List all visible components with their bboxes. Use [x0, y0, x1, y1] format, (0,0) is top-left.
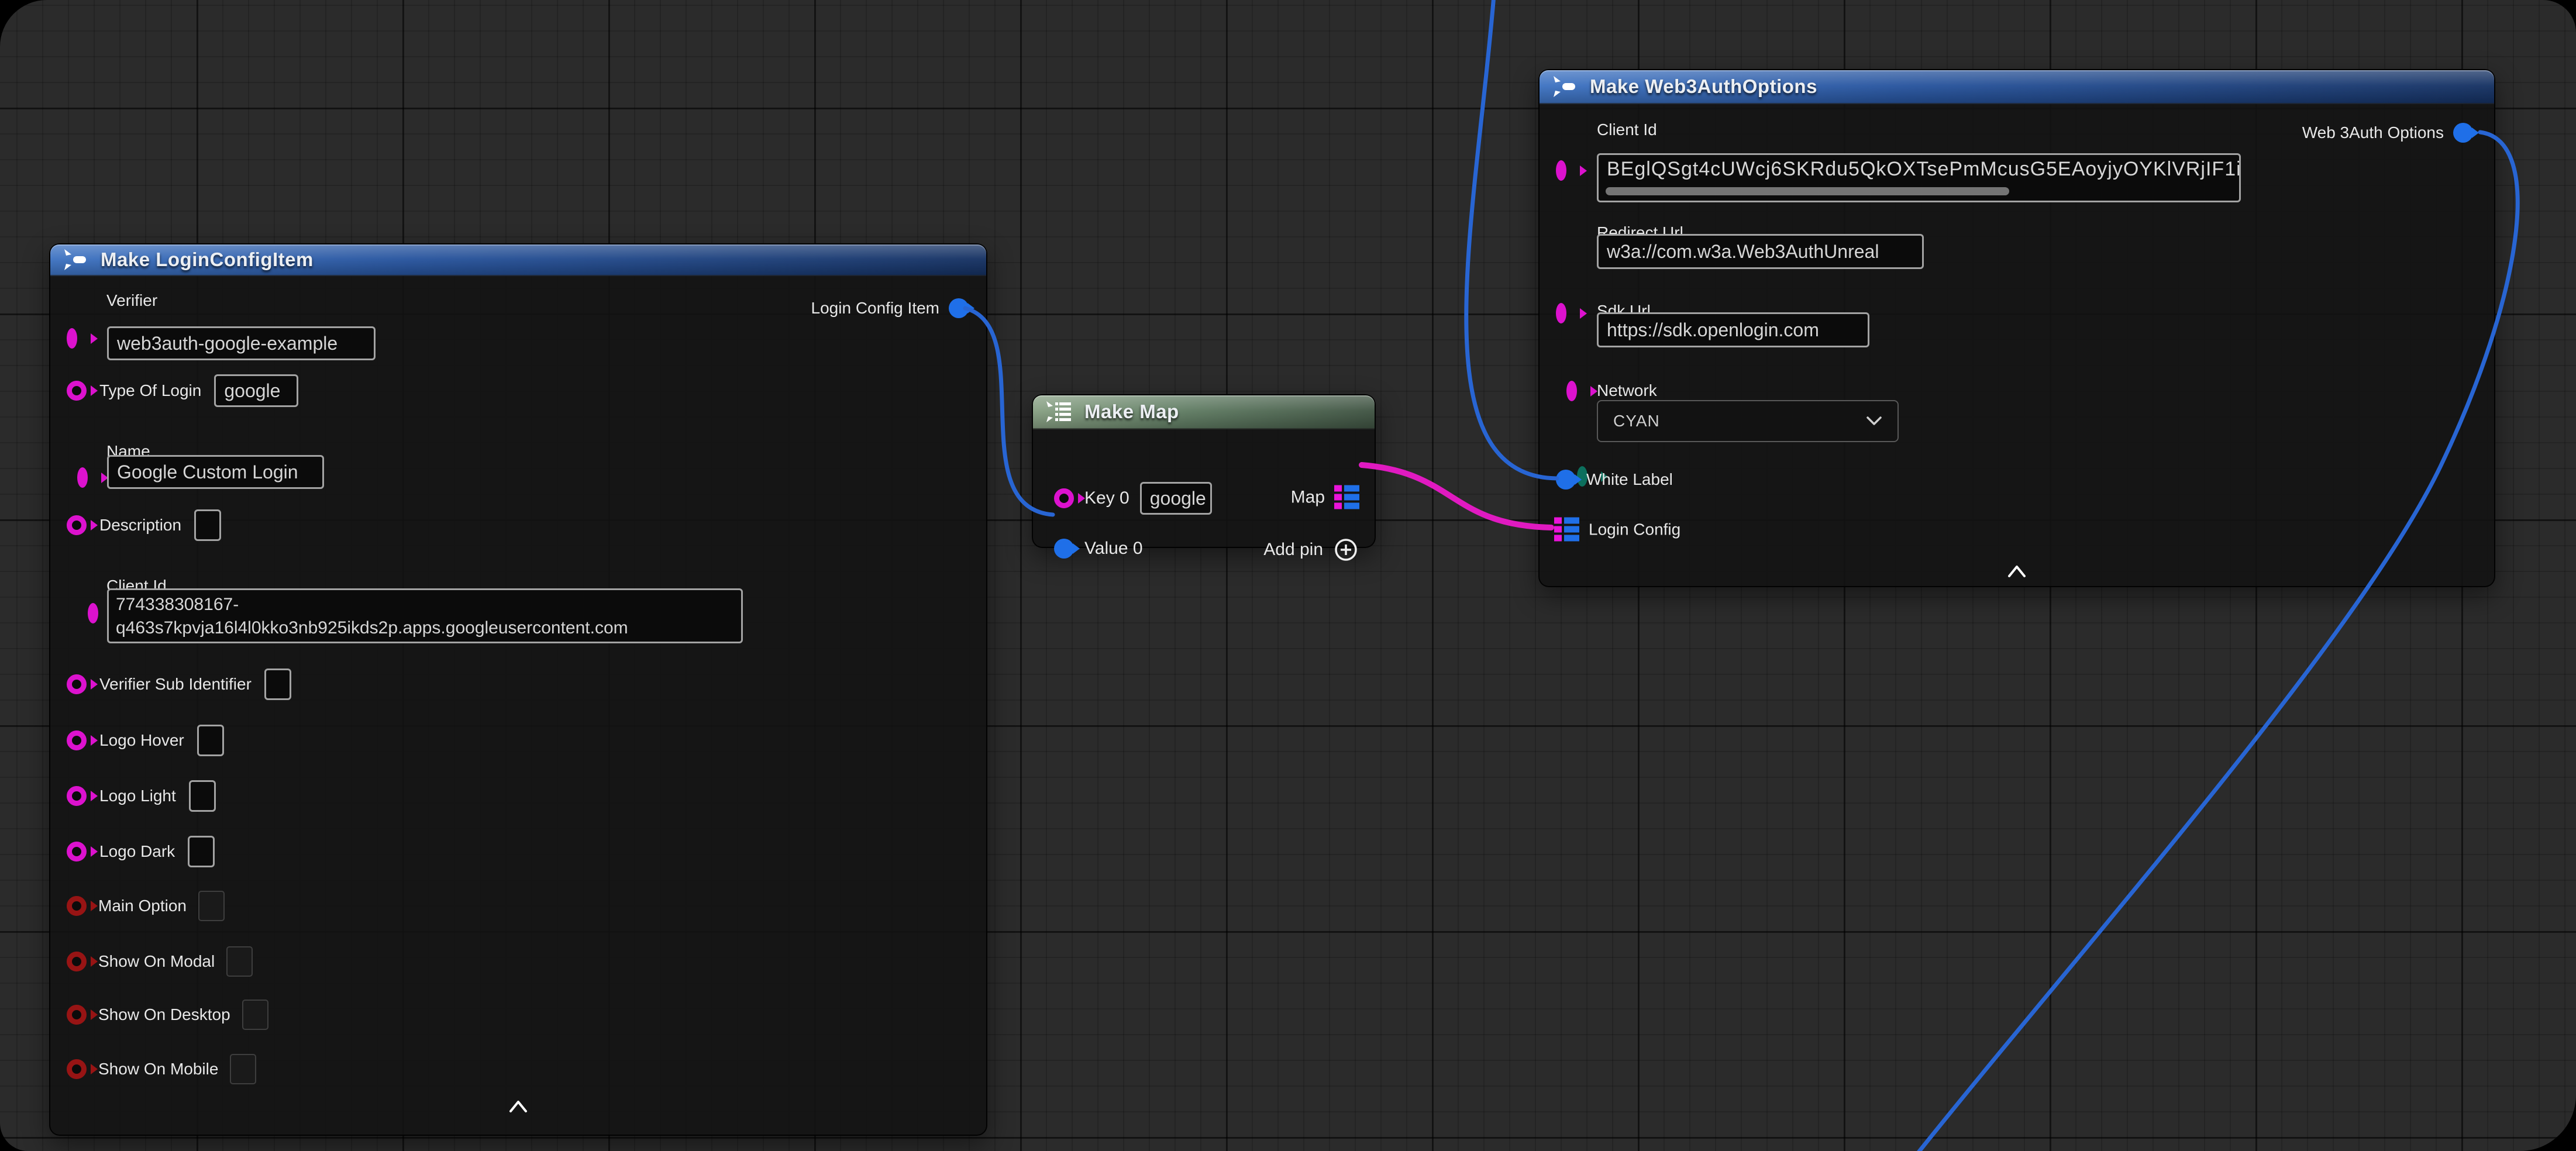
chevron-up-icon[interactable] [2007, 564, 2027, 578]
input-pin-sdk-url[interactable] [1566, 381, 1577, 401]
pin-label: Logo Hover [99, 731, 184, 750]
input-pin-redirect-url[interactable] [1556, 303, 1566, 323]
pin-label: White Label [1586, 470, 1673, 489]
network-selected-value: CYAN [1613, 412, 1660, 430]
pin-label-client-id: Client Id [1597, 120, 1657, 139]
input-pin-logo-hover[interactable] [67, 730, 87, 750]
pin-row-logo-hover: Logo Hover [67, 725, 224, 756]
pin-row-value0: Value 0 [1054, 539, 1143, 559]
input-pin-white-label[interactable] [1556, 470, 1576, 490]
pin-row-logo-dark: Logo Dark [67, 836, 215, 867]
key0-input[interactable]: google [1140, 482, 1212, 515]
type-of-login-input[interactable]: google [214, 374, 298, 407]
pin-label: Key 0 [1084, 488, 1129, 508]
input-pin-logo-light[interactable] [67, 786, 87, 806]
input-pin-login-config[interactable] [1554, 518, 1579, 542]
pin-label: Description [99, 516, 181, 535]
chevron-up-icon[interactable] [508, 1100, 528, 1114]
pin-label: Web 3Auth Options [2302, 123, 2444, 142]
pin-row-show-on-mobile: Show On Mobile [67, 1054, 256, 1084]
add-pin-plus-icon[interactable] [1332, 536, 1359, 563]
network-dropdown[interactable]: CYAN [1597, 400, 1899, 442]
input-pin-description[interactable] [67, 515, 87, 535]
client-id-input[interactable]: 774338308167-q463s7kpvja16l4l0kko3nb925i… [107, 588, 743, 643]
pin-label-verifier: Verifier [106, 291, 157, 310]
description-input[interactable] [194, 509, 221, 541]
pin-row-type-of-login: Type Of Login google [67, 374, 298, 407]
input-pin-client-id[interactable] [1556, 160, 1566, 181]
input-pin-key0[interactable] [1054, 488, 1074, 508]
pin-row-login-config-item-out: Login Config Item [811, 298, 969, 318]
pin-label: Verifier Sub Identifier [99, 675, 252, 694]
main-option-checkbox[interactable] [198, 891, 225, 921]
pin-row-logo-light: Logo Light [67, 780, 216, 812]
pin-row-map-out: Map [1291, 485, 1359, 509]
pin-label: Value 0 [1084, 539, 1143, 559]
add-pin-label: Add pin [1263, 540, 1323, 560]
blueprint-editor: Make LoginConfigItem Login Config Item V… [0, 0, 2576, 1151]
pin-label: Show On Modal [98, 952, 215, 971]
logo-hover-input[interactable] [197, 725, 224, 756]
node-make-loginconfigitem[interactable]: Make LoginConfigItem Login Config Item V… [49, 243, 987, 1136]
pin-label: Main Option [98, 897, 187, 915]
input-pin-logo-dark[interactable] [67, 842, 87, 861]
node-body: Login Config Item Verifier web3auth-goog… [50, 244, 986, 1135]
input-pin-show-on-modal[interactable] [67, 952, 87, 971]
output-pin-web3auth-options[interactable] [2453, 123, 2473, 143]
pin-row-web3auth-options-out: Web 3Auth Options [2302, 123, 2473, 143]
pin-label: Logo Dark [99, 842, 175, 861]
pin-row-show-on-modal: Show On Modal [67, 946, 253, 977]
pin-label: Map [1291, 487, 1325, 507]
input-pin-verifier-sub-identifier[interactable] [67, 674, 87, 694]
node-body: Web 3Auth Options Client Id BEglQSgt4cUW… [1540, 70, 2494, 586]
logo-light-input[interactable] [189, 780, 216, 812]
pin-label: Show On Desktop [98, 1005, 230, 1024]
pin-label: Login Config Item [811, 299, 939, 318]
redirect-url-input[interactable]: w3a://com.w3a.Web3AuthUnreal [1597, 234, 1924, 269]
input-pin-show-on-desktop[interactable] [67, 1005, 87, 1025]
pin-label-network: Network [1597, 381, 1657, 400]
input-pin-verifier[interactable] [67, 328, 77, 349]
node-body: Key 0 google Map Value 0 Add pin [1033, 395, 1375, 547]
pin-label: Show On Mobile [98, 1060, 218, 1078]
input-pin-value0[interactable] [1054, 539, 1074, 559]
chevron-down-icon [1866, 416, 1882, 426]
input-pin-type-of-login[interactable] [67, 381, 87, 401]
add-pin-button[interactable]: Add pin [1263, 536, 1359, 563]
verifier-sub-identifier-input[interactable] [264, 668, 291, 700]
pin-label: Login Config [1589, 520, 1680, 539]
sdk-url-input[interactable]: https://sdk.openlogin.com [1597, 312, 1869, 347]
show-on-mobile-checkbox[interactable] [230, 1054, 256, 1084]
verifier-input[interactable]: web3auth-google-example [107, 326, 376, 360]
input-pin-client-id[interactable] [88, 603, 98, 623]
pin-row-description: Description [67, 509, 221, 541]
pin-row-login-config: Login Config [1554, 518, 1680, 542]
horizontal-scrollbar[interactable] [1606, 187, 2009, 195]
pin-row-main-option: Main Option [67, 891, 225, 921]
pin-label: Logo Light [99, 787, 176, 805]
pin-label: Type Of Login [99, 381, 201, 400]
show-on-desktop-checkbox[interactable] [242, 1000, 268, 1030]
client-id-text: BEglQSgt4cUWcj6SKRdu5QkOXTsePmMcusG5EAoy… [1607, 158, 2241, 180]
pin-row-key0: Key 0 google [1054, 482, 1212, 515]
output-pin-map[interactable] [1334, 485, 1359, 509]
pin-row-show-on-desktop: Show On Desktop [67, 1000, 268, 1030]
input-pin-main-option[interactable] [67, 896, 87, 916]
client-id-input[interactable]: BEglQSgt4cUWcj6SKRdu5QkOXTsePmMcusG5EAoy… [1597, 153, 2241, 202]
input-pin-show-on-mobile[interactable] [67, 1059, 87, 1079]
logo-dark-input[interactable] [188, 836, 215, 867]
pin-row-verifier-sub-identifier: Verifier Sub Identifier [67, 668, 291, 700]
input-pin-name[interactable] [77, 467, 88, 488]
show-on-modal-checkbox[interactable] [226, 946, 253, 977]
node-make-web3authoptions[interactable]: Make Web3AuthOptions Web 3Auth Options C… [1538, 69, 2495, 587]
node-make-map[interactable]: Make Map Key 0 google Map Value 0 [1032, 394, 1376, 548]
name-input[interactable]: Google Custom Login [107, 455, 324, 489]
pin-row-white-label: White Label [1556, 470, 1673, 490]
output-pin-login-config-item[interactable] [949, 298, 969, 318]
